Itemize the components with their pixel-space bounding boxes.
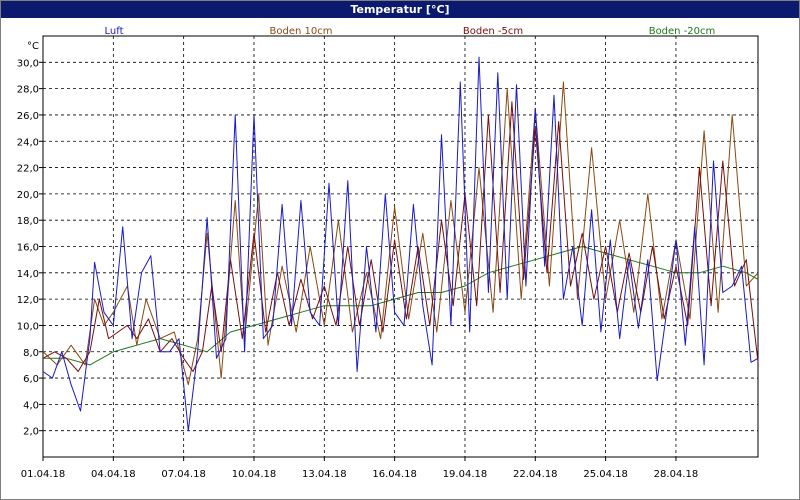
series-line-luft [42,56,759,432]
series-line-boden-10cm [42,81,759,386]
legend-entry: Boden 10cm [270,26,333,37]
series-line-boden-5cm [42,101,759,372]
x-tick-label: 10.04.18 [232,469,277,480]
series-line-boden-20cm [43,246,759,366]
x-tick-label: 19.04.18 [443,469,488,480]
x-tick-label: 25.04.18 [583,469,628,480]
y-tick-label: 12,0 [17,295,39,306]
legend-entry: Luft [105,26,124,37]
y-tick-label: 26,0 [17,111,39,122]
y-tick-label: 28,0 [17,85,39,96]
y-tick-label: 16,0 [17,243,39,254]
legend-entry: Boden -20cm [649,26,716,37]
y-tick-label: 2,0 [23,427,39,438]
series-lines [42,56,759,432]
y-tick-label: 10,0 [17,321,39,332]
y-tick-label: 6,0 [23,374,39,385]
chart-window: Temperatur [°C] 2,0 4,0 6,0 8,0 10,0 12,0 14,0… [0,0,800,500]
y-tick-label: 18,0 [17,216,39,227]
y-tick-labels: 2,0 4,0 6,0 8,0 10,0 12,0 14,0 16,0 18,0 20,0 22,0… [17,58,39,437]
y-tick-label: 4,0 [23,400,39,411]
y-tick-label: 20,0 [17,190,39,201]
y-tick-label: 8,0 [23,348,39,359]
chart-title: Temperatur [°C] [1,1,799,18]
x-tick-labels: 01.04.18 04.04.18 07.04.18 10.04.18 13.04.18… [21,469,698,480]
y-tick-label: 24,0 [17,137,39,148]
x-tick-label: 28.04.18 [654,469,699,480]
legend-entry: Boden -5cm [463,26,523,37]
x-tick-label: 01.04.18 [21,469,66,480]
temperature-chart: 2,0 4,0 6,0 8,0 10,0 12,0 14,0 16,0 18,0 20,0 22,0… [17,26,759,480]
x-tick-label: 16.04.18 [372,469,417,480]
legend: Luft Boden 10cm Boden -5cm Boden -20cm [105,26,716,37]
grid [39,35,759,461]
x-tick-label: 04.04.18 [91,469,136,480]
y-axis-unit: °C [27,41,39,52]
y-tick-label: 14,0 [17,269,39,280]
x-tick-label: 22.04.18 [513,469,558,480]
y-tick-label: 22,0 [17,164,39,175]
x-tick-label: 07.04.18 [161,469,206,480]
x-tick-label: 13.04.18 [302,469,347,480]
y-tick-label: 30,0 [17,58,39,69]
